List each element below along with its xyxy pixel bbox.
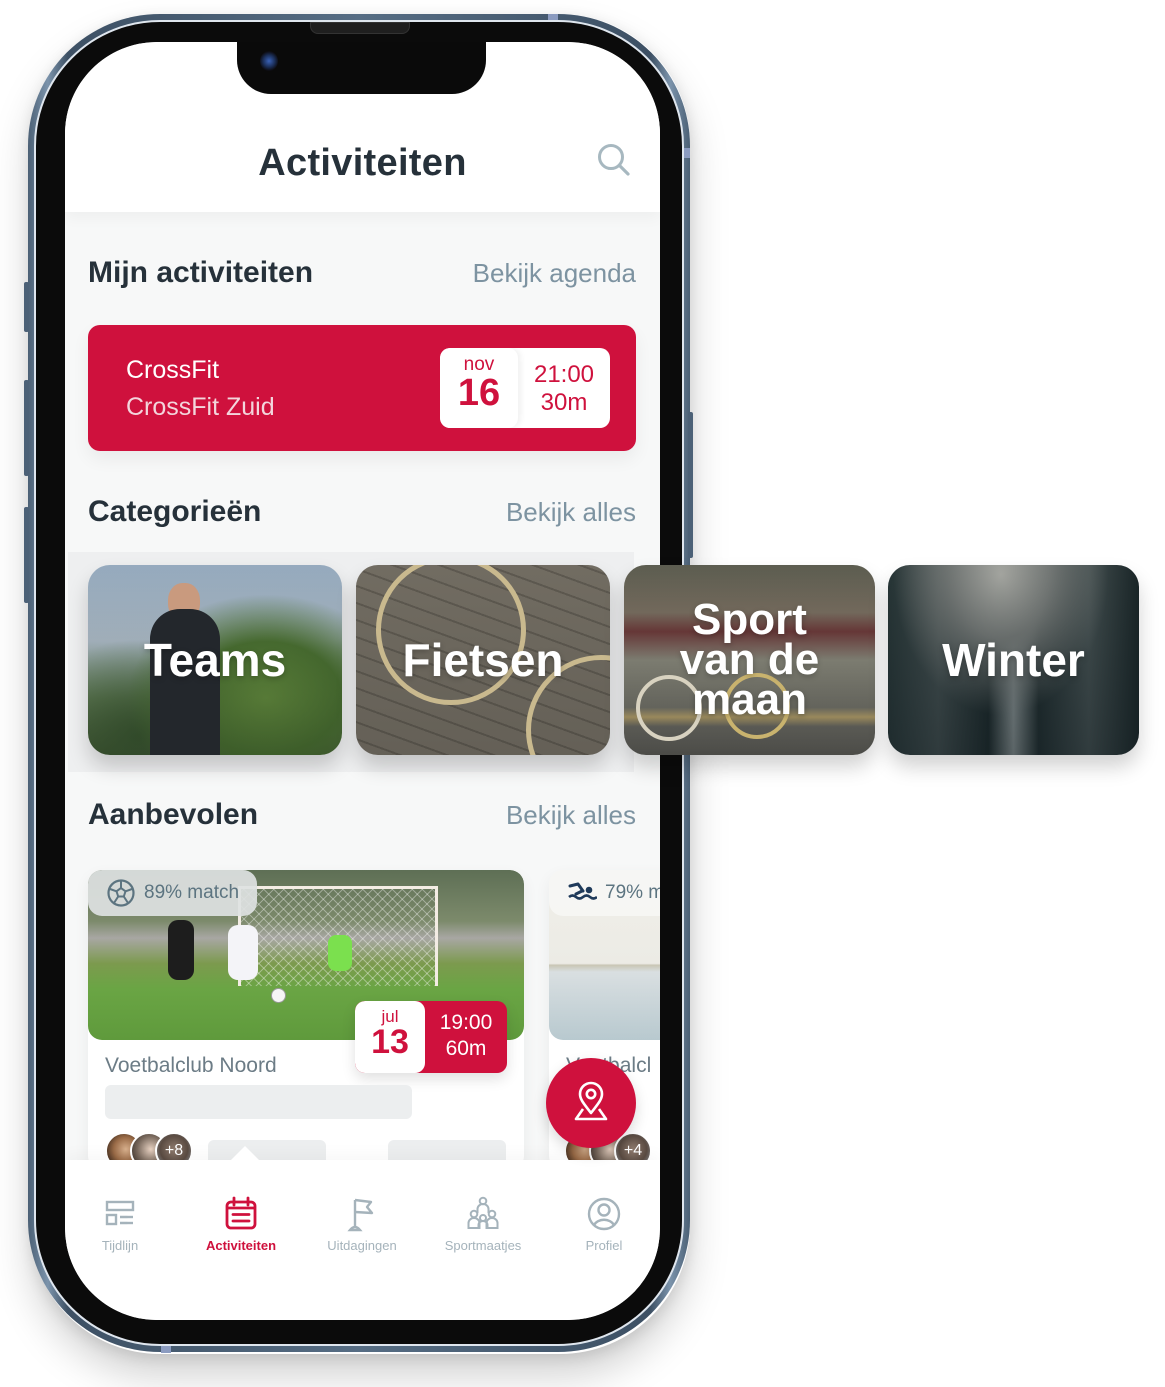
match-badge: 79% m	[549, 870, 660, 916]
power-button	[688, 412, 693, 558]
view-agenda-link[interactable]: Bekijk agenda	[473, 258, 636, 289]
tab-uitdagingen[interactable]: Uitdagingen	[302, 1196, 422, 1253]
match-percentage: 79% m	[605, 882, 660, 903]
tab-bar: Tijdlijn Activiteiten Uitdagingen Sportm…	[65, 1146, 660, 1320]
duration: 60m	[445, 1037, 487, 1060]
volume-up-button	[24, 380, 29, 476]
tab-tijdlijn[interactable]: Tijdlijn	[65, 1196, 180, 1253]
front-camera	[260, 51, 278, 71]
category-card-sport-van-de-maan[interactable]: Sport van de maan	[624, 565, 875, 755]
recommended-time: 19:00 60m	[425, 1001, 507, 1073]
tab-sportmaatjes[interactable]: Sportmaatjes	[423, 1196, 543, 1253]
tab-label: Tijdlijn	[101, 1238, 139, 1253]
match-percentage: 89% match	[144, 882, 240, 903]
photo-player	[168, 920, 194, 980]
placeholder-line	[105, 1085, 412, 1119]
category-card-fietsen[interactable]: Fietsen	[356, 565, 610, 755]
time: 19:00	[439, 1011, 493, 1034]
category-label: Teams	[143, 634, 287, 686]
swimming-icon	[568, 882, 597, 900]
recommended-header: Aanbevolen Bekijk alles	[88, 798, 636, 832]
recommended-title: Aanbevolen	[88, 798, 259, 831]
recommended-date: jul 13	[355, 1001, 425, 1073]
day: 13	[371, 1023, 409, 1061]
activity-datetime: 21:00 30m nov 16	[440, 348, 610, 428]
day: 16	[457, 372, 501, 414]
photo-ball	[271, 988, 286, 1003]
search-button[interactable]	[596, 142, 632, 178]
category-label: Sport van de maan	[679, 595, 820, 724]
search-icon	[598, 144, 630, 176]
category-card-winter[interactable]: Winter	[888, 565, 1139, 755]
time: 21:00	[533, 361, 595, 388]
antenna-band	[161, 1346, 171, 1353]
activity-photo: 79% m	[549, 870, 660, 1040]
antenna-band	[548, 14, 558, 20]
tab-profiel[interactable]: Profiel	[544, 1196, 660, 1253]
calendar-icon	[225, 1196, 257, 1230]
match-badge: 89% match	[88, 870, 258, 916]
timeline-icon	[105, 1200, 135, 1226]
tab-label: Activiteiten	[205, 1238, 277, 1253]
volume-down-button	[24, 507, 29, 603]
earpiece-speaker	[310, 22, 410, 34]
duration: 30m	[540, 389, 588, 416]
action-button	[24, 282, 29, 332]
activity-time: 21:00 30m	[518, 348, 610, 428]
categories-header: Categorieën Bekijk alles	[88, 495, 636, 529]
category-card-teams[interactable]: Teams	[88, 565, 342, 755]
page-title: Activiteiten	[258, 142, 467, 184]
activity-location: CrossFit Zuid	[126, 393, 275, 421]
soccer-ball-icon	[107, 879, 135, 907]
my-activities-header: Mijn activiteiten Bekijk agenda	[88, 256, 636, 290]
tab-label: Uitdagingen	[327, 1238, 397, 1253]
tab-label: Profiel	[585, 1238, 623, 1253]
category-label: Fietsen	[402, 634, 564, 686]
activity-date: nov 16	[440, 348, 518, 428]
recommended-card[interactable]: 89% match jul 13 19:00 60m Voetbalclub N…	[88, 870, 524, 1170]
activity-name: CrossFit	[126, 356, 220, 384]
flag-icon	[347, 1198, 374, 1232]
club-name: Voetbalclub Noord	[105, 1054, 277, 1077]
photo-goalkeeper	[328, 935, 352, 971]
recommended-datetime: jul 13 19:00 60m	[355, 1001, 507, 1073]
map-pin-icon	[574, 1081, 608, 1121]
photo-player	[228, 925, 258, 980]
view-all-categories-link[interactable]: Bekijk alles	[506, 497, 636, 528]
tab-label: Sportmaatjes	[444, 1238, 522, 1253]
view-all-recommended-link[interactable]: Bekijk alles	[506, 800, 636, 831]
categories-title: Categorieën	[88, 495, 262, 528]
my-activities-title: Mijn activiteiten	[88, 256, 314, 289]
antenna-band	[684, 148, 690, 158]
map-button[interactable]	[546, 1058, 636, 1148]
tab-activiteiten[interactable]: Activiteiten	[181, 1196, 301, 1253]
my-activity-card[interactable]: CrossFit CrossFit Zuid 21:00 30m nov 16	[88, 325, 636, 451]
profile-icon	[587, 1197, 621, 1231]
buddies-icon	[467, 1196, 499, 1229]
category-label: Winter	[942, 634, 1085, 686]
